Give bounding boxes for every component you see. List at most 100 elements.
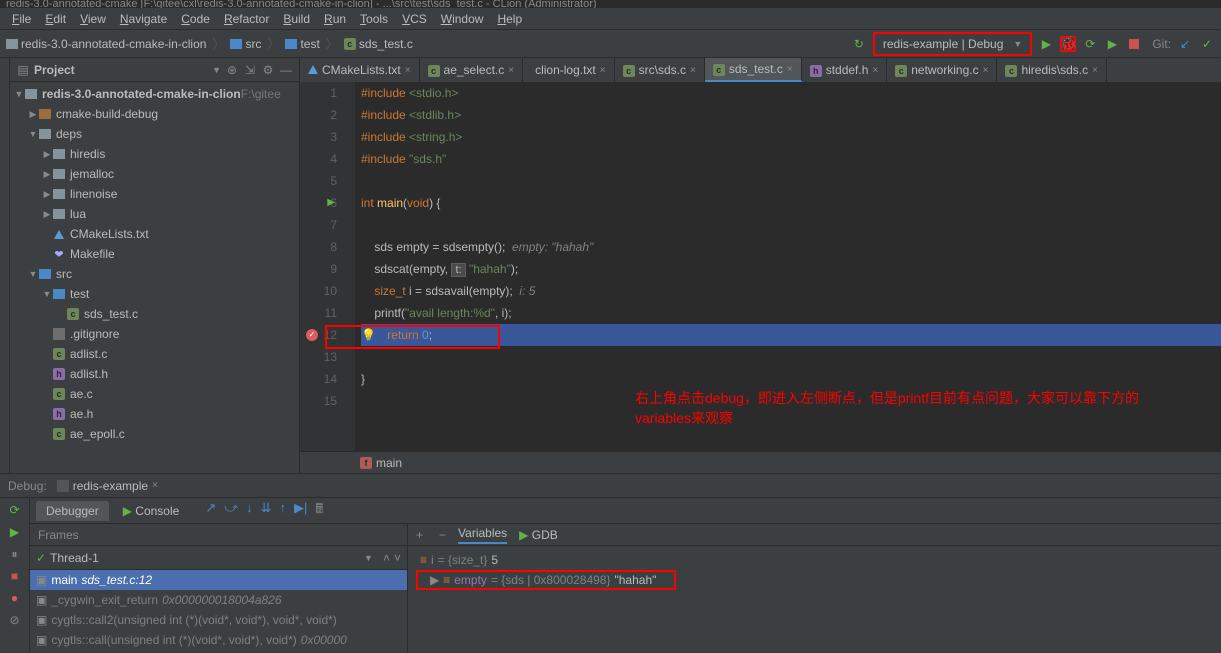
code-line[interactable]: size_t i = sdsavail(empty); i: 5 xyxy=(361,280,1221,302)
variables-tab[interactable]: Variables xyxy=(458,526,507,544)
next-frame-icon[interactable]: ˅ xyxy=(394,551,401,565)
code-line[interactable]: sdscat(empty, t: "hahah"); xyxy=(361,258,1221,280)
step-into-icon[interactable]: ↓ xyxy=(246,500,253,522)
coverage-button[interactable]: ⟳ xyxy=(1082,36,1098,52)
tree-item[interactable]: csds_test.c xyxy=(10,304,299,324)
menu-code[interactable]: Code xyxy=(175,10,216,28)
tree-item[interactable]: ▼test xyxy=(10,284,299,304)
variable-row[interactable]: ▶ ≡ empty = {sds | 0x800028498} "hahah" xyxy=(416,570,676,590)
breadcrumb-item[interactable]: csds_test.c xyxy=(344,37,413,51)
editor-content[interactable]: 123456▶7891011✓12131415 右上角点击debug，即进入左侧… xyxy=(300,82,1221,451)
code-line[interactable]: } xyxy=(361,368,1221,390)
menu-window[interactable]: Window xyxy=(435,10,490,28)
frames-list[interactable]: ▣ main sds_test.c:12▣ _cygwin_exit_retur… xyxy=(30,570,407,653)
menu-tools[interactable]: Tools xyxy=(354,10,394,28)
code[interactable]: 右上角点击debug，即进入左侧断点，但是printf目前有点问题，大家可以靠下… xyxy=(355,82,1221,451)
breadcrumb-item[interactable]: src xyxy=(230,37,261,51)
frame-row[interactable]: ▣ main sds_test.c:12 xyxy=(30,570,407,590)
pause-icon[interactable]: ⏸ xyxy=(7,546,23,562)
code-line[interactable]: int main(void) { xyxy=(361,192,1221,214)
remove-watch-icon[interactable]: − xyxy=(439,528,446,542)
editor-tab[interactable]: hstddef.h× xyxy=(802,58,888,82)
settings-icon[interactable]: ⚙ xyxy=(261,63,275,77)
resume-icon[interactable]: ▶ xyxy=(7,524,23,540)
vcs-commit-icon[interactable]: ✓ xyxy=(1199,36,1215,52)
code-line[interactable]: sds empty = sdsempty(); empty: "hahah" xyxy=(361,236,1221,258)
tree-item[interactable]: cadlist.c xyxy=(10,344,299,364)
tree-item[interactable]: ❤Makefile xyxy=(10,244,299,264)
code-line[interactable] xyxy=(361,214,1221,236)
menu-refactor[interactable]: Refactor xyxy=(218,10,275,28)
code-line[interactable]: #include <stdio.h> xyxy=(361,82,1221,104)
tree-item[interactable]: ▶jemalloc xyxy=(10,164,299,184)
code-line[interactable]: printf("avail length:%d", i); xyxy=(361,302,1221,324)
tree-item[interactable]: hae.h xyxy=(10,404,299,424)
editor-tab[interactable]: cae_select.c× xyxy=(420,58,524,82)
stop-button[interactable] xyxy=(1126,36,1142,52)
mute-breakpoints-icon[interactable]: ⊘ xyxy=(7,612,23,628)
frame-row[interactable]: ▣ cygtls::call2(unsigned int (*)(void*, … xyxy=(30,610,407,630)
attach-button[interactable]: ▶ xyxy=(1104,36,1120,52)
hide-icon[interactable]: — xyxy=(279,63,293,77)
gdb-tab[interactable]: ▶ GDB xyxy=(519,528,558,542)
variables-list[interactable]: ≡ i = {size_t} 5▶ ≡ empty = {sds | 0x800… xyxy=(408,546,1221,653)
step-over-icon[interactable]: ⤻ xyxy=(224,500,238,522)
close-icon[interactable]: × xyxy=(787,64,793,75)
tree-root[interactable]: ▼redis-3.0-annotated-cmake-in-clion F:\g… xyxy=(10,84,299,104)
vcs-update-icon[interactable]: ↙ xyxy=(1177,36,1193,52)
breadcrumb-item[interactable]: redis-3.0-annotated-cmake-in-clion xyxy=(6,37,206,51)
code-line[interactable]: #include "sds.h" xyxy=(361,148,1221,170)
project-view-icon[interactable]: ▤ xyxy=(16,63,30,77)
menu-vcs[interactable]: VCS xyxy=(396,10,433,28)
editor-tab[interactable]: cnetworking.c× xyxy=(887,58,997,82)
close-icon[interactable]: × xyxy=(690,65,696,76)
debug-session-tab[interactable]: redis-example × xyxy=(57,479,158,493)
run-to-cursor-icon[interactable]: ▶| xyxy=(294,500,307,522)
scroll-from-source-icon[interactable]: ⊕ xyxy=(225,63,239,77)
chevron-down-icon[interactable]: ▼ xyxy=(212,65,221,75)
run-button[interactable]: ▶ xyxy=(1038,36,1054,52)
variable-row[interactable]: ≡ i = {size_t} 5 xyxy=(416,550,1213,570)
tree-item[interactable]: cae_epoll.c xyxy=(10,424,299,444)
menu-view[interactable]: View xyxy=(74,10,112,28)
menu-help[interactable]: Help xyxy=(491,10,528,28)
close-icon[interactable]: × xyxy=(405,65,411,76)
close-icon[interactable]: × xyxy=(600,65,606,76)
collapse-all-icon[interactable]: ⇲ xyxy=(243,63,257,77)
frame-row[interactable]: ▣ _cygwin_exit_return 0x000000018004a826 xyxy=(30,590,407,610)
evaluate-icon[interactable]: 🖩 xyxy=(315,500,323,522)
menu-navigate[interactable]: Navigate xyxy=(114,10,173,28)
run-config-selector[interactable]: redis-example | Debug ▼ xyxy=(873,32,1032,56)
code-line[interactable] xyxy=(361,346,1221,368)
frame-row[interactable]: ▣ cygtls::call(unsigned int (*)(void*, v… xyxy=(30,630,407,650)
build-icon[interactable]: ↻ xyxy=(851,36,867,52)
code-line[interactable]: #include <stdlib.h> xyxy=(361,104,1221,126)
step-out-icon[interactable]: ↑ xyxy=(280,500,287,522)
code-line[interactable]: #include <string.h> xyxy=(361,126,1221,148)
project-tree[interactable]: ▼redis-3.0-annotated-cmake-in-clion F:\g… xyxy=(10,82,299,473)
menu-run[interactable]: Run xyxy=(318,10,352,28)
tree-item[interactable]: ▼src xyxy=(10,264,299,284)
tree-item[interactable]: hadlist.h xyxy=(10,364,299,384)
tree-item[interactable]: cae.c xyxy=(10,384,299,404)
editor-tab[interactable]: csds_test.c× xyxy=(705,58,802,82)
debugger-tab[interactable]: Debugger xyxy=(36,501,109,521)
tree-item[interactable]: CMakeLists.txt xyxy=(10,224,299,244)
close-icon[interactable]: × xyxy=(508,65,514,76)
close-icon[interactable]: × xyxy=(1092,65,1098,76)
view-breakpoints-icon[interactable]: ● xyxy=(7,590,23,606)
prev-frame-icon[interactable]: ˄ xyxy=(383,551,390,565)
tree-item[interactable]: ▼deps xyxy=(10,124,299,144)
stop-icon[interactable]: ■ xyxy=(7,568,23,584)
console-tab[interactable]: ▶ Console xyxy=(113,501,190,521)
tree-item[interactable]: ▶cmake-build-debug xyxy=(10,104,299,124)
show-execution-icon[interactable]: ↗ xyxy=(205,500,216,522)
tree-item[interactable]: ▶lua xyxy=(10,204,299,224)
editor-tab[interactable]: csrc\sds.c× xyxy=(615,58,705,82)
force-step-into-icon[interactable]: ⇊ xyxy=(261,500,272,522)
code-line[interactable] xyxy=(361,170,1221,192)
rerun-icon[interactable]: ⟳ xyxy=(7,502,23,518)
gutter[interactable]: 123456▶7891011✓12131415 xyxy=(300,82,355,451)
menu-file[interactable]: File xyxy=(6,10,37,28)
tree-item[interactable]: .gitignore xyxy=(10,324,299,344)
